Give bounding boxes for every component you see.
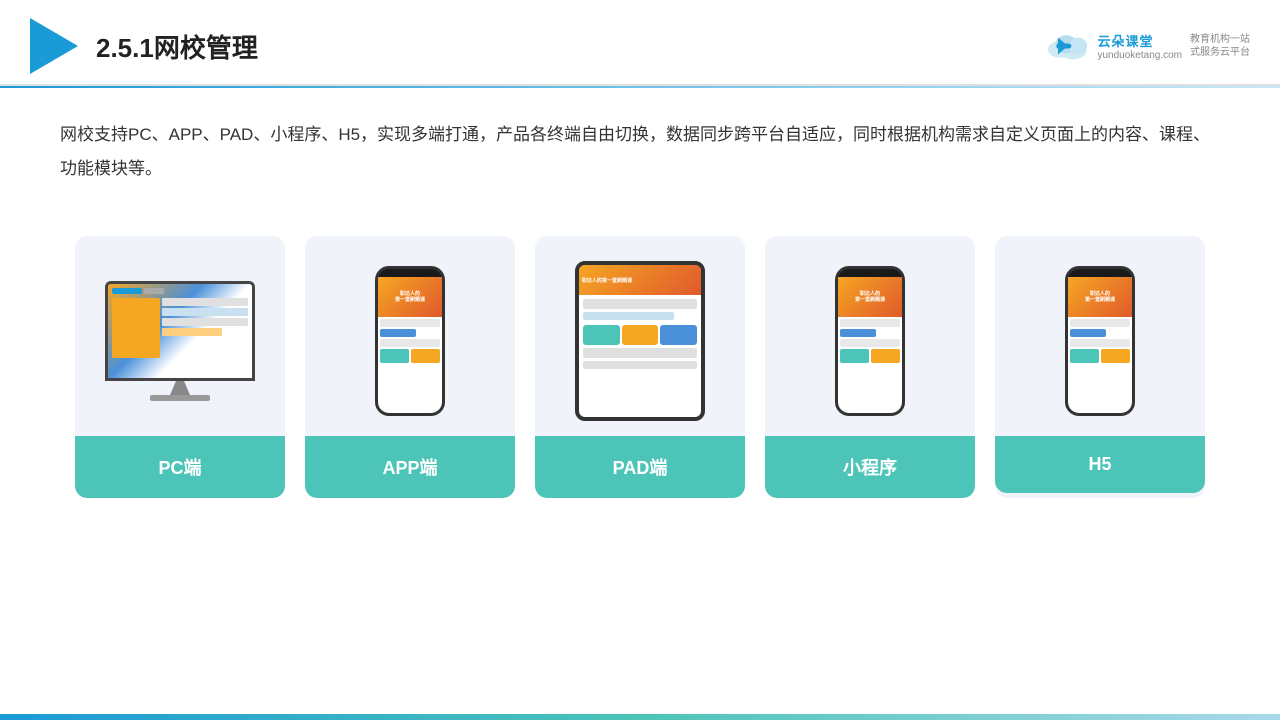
card-pc-image [75, 236, 285, 436]
phone-banner-app: 职达人的第一堂刷题课 [378, 277, 442, 317]
header: 2.5.1网校管理 云朵课堂 yunduoketang.com [0, 0, 1280, 86]
h5-row-1 [1070, 319, 1130, 327]
miniapp-row-3 [840, 339, 900, 347]
card-h5: 职达人的第一堂刷题课 H5 [995, 236, 1205, 498]
bottom-gradient-bar [0, 714, 1280, 720]
brand-text-group: 云朵课堂 yunduoketang.com [1097, 31, 1182, 61]
card-h5-label: H5 [995, 436, 1205, 493]
tablet-header-text: 职达人的第一堂刷题课 [582, 277, 632, 284]
card-miniapp-label: 小程序 [765, 436, 975, 498]
cloud-icon [1043, 31, 1093, 61]
description-content: 网校支持PC、APP、PAD、小程序、H5，实现多端打通，产品各终端自由切换，数… [60, 125, 1210, 178]
phone-banner-h5: 职达人的第一堂刷题课 [1068, 277, 1132, 317]
description-text: 网校支持PC、APP、PAD、小程序、H5，实现多端打通，产品各终端自由切换，数… [0, 88, 1280, 196]
card-pad-image: 职达人的第一堂刷题课 [535, 236, 745, 436]
phone-content-miniapp [838, 317, 902, 413]
brand-icon: 云朵课堂 yunduoketang.com [1043, 31, 1182, 61]
card-app-image: 职达人的第一堂刷题课 [305, 236, 515, 436]
tablet-header: 职达人的第一堂刷题课 [579, 265, 701, 295]
phone-row-3 [380, 339, 440, 347]
phone-notch-miniapp [858, 269, 883, 275]
brand-logo: 云朵课堂 yunduoketang.com [1043, 31, 1182, 61]
card-app-label: APP端 [305, 436, 515, 498]
phone-mockup-miniapp: 职达人的第一堂刷题课 [835, 266, 905, 416]
card-app: 职达人的第一堂刷题课 APP端 [305, 236, 515, 498]
tablet-card-2 [622, 325, 659, 345]
phone-screen-miniapp: 职达人的第一堂刷题课 [838, 277, 902, 413]
tablet-card-3 [660, 325, 697, 345]
brand-name: 云朵课堂 [1097, 31, 1182, 50]
tablet-card-1 [583, 325, 620, 345]
card-miniapp-image: 职达人的第一堂刷题课 [765, 236, 975, 436]
miniapp-row-2 [840, 329, 876, 337]
cards-container: PC端 职达人的第一堂刷题课 [0, 206, 1280, 518]
tablet-screen: 职达人的第一堂刷题课 [579, 265, 701, 417]
phone-banner-text-h5: 职达人的第一堂刷题课 [1085, 291, 1115, 304]
card-pc: PC端 [75, 236, 285, 498]
tablet-mockup: 职达人的第一堂刷题课 [575, 261, 705, 421]
tablet-content [579, 295, 701, 373]
phone-banner-miniapp: 职达人的第一堂刷题课 [838, 277, 902, 317]
phone-content-app [378, 317, 442, 413]
phone-banner-text-app: 职达人的第一堂刷题课 [395, 291, 425, 304]
logo-triangle-icon [30, 18, 78, 74]
card-pad: 职达人的第一堂刷题课 PAD端 [535, 236, 745, 498]
pc-screen-inner [108, 284, 252, 378]
tablet-row-2 [583, 348, 697, 358]
phone-row-2 [380, 329, 416, 337]
pc-stand [170, 381, 190, 395]
tablet-row-1 [583, 299, 697, 309]
brand-url: yunduoketang.com [1097, 50, 1182, 61]
header-right: 云朵课堂 yunduoketang.com 教育机构一站式服务云平台 [1043, 31, 1250, 61]
phone-screen-app: 职达人的第一堂刷题课 [378, 277, 442, 413]
brand-slogan: 教育机构一站式服务云平台 [1190, 33, 1250, 59]
card-h5-image: 职达人的第一堂刷题课 [995, 236, 1205, 436]
phone-notch-h5 [1088, 269, 1113, 275]
phone-banner-text-miniapp: 职达人的第一堂刷题课 [855, 291, 885, 304]
phone-notch-app [398, 269, 423, 275]
page-title: 2.5.1网校管理 [96, 28, 258, 65]
pc-mockup [105, 281, 255, 401]
phone-mockup-app: 职达人的第一堂刷题课 [375, 266, 445, 416]
pc-base [150, 395, 210, 401]
miniapp-row-1 [840, 319, 900, 327]
card-pc-label: PC端 [75, 436, 285, 498]
phone-screen-h5: 职达人的第一堂刷题课 [1068, 277, 1132, 413]
phone-row-1 [380, 319, 440, 327]
h5-row-2 [1070, 329, 1106, 337]
card-miniapp: 职达人的第一堂刷题课 小程序 [765, 236, 975, 498]
header-left: 2.5.1网校管理 [30, 18, 258, 74]
card-pad-label: PAD端 [535, 436, 745, 498]
phone-content-h5 [1068, 317, 1132, 413]
tablet-cards-row [583, 325, 697, 345]
phone-mockup-h5: 职达人的第一堂刷题课 [1065, 266, 1135, 416]
pc-screen [105, 281, 255, 381]
h5-row-3 [1070, 339, 1130, 347]
